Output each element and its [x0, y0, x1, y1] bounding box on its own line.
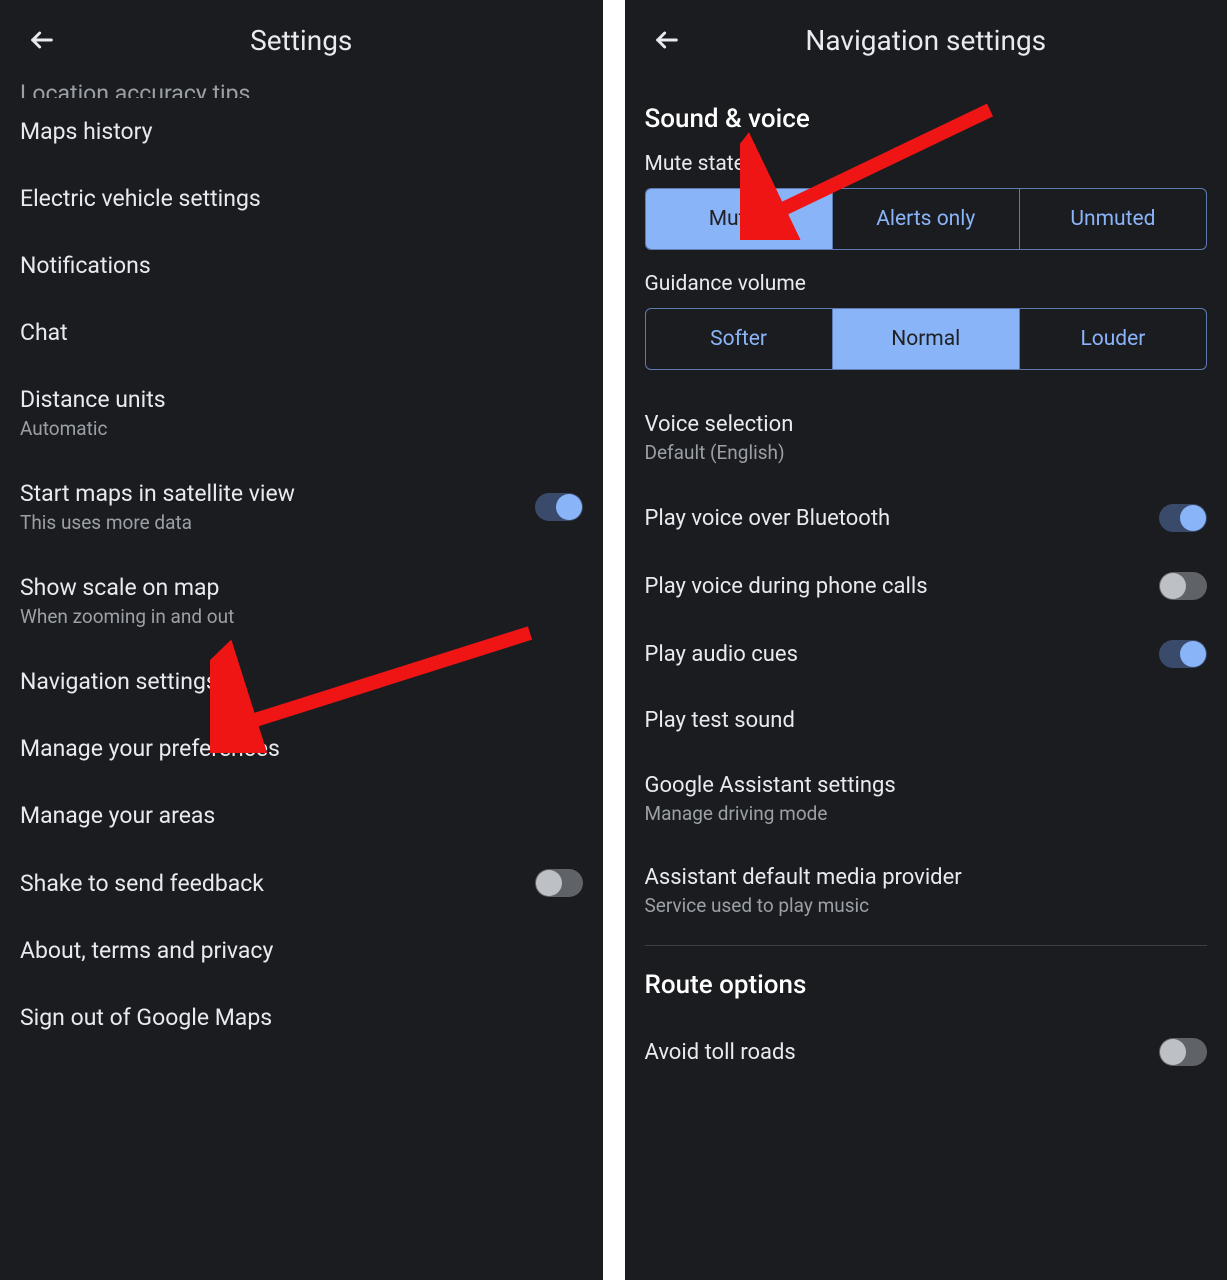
- mute-option-muted[interactable]: Muted: [646, 189, 833, 249]
- settings-item-distance-units[interactable]: Distance units Automatic: [20, 366, 583, 460]
- divider: [645, 945, 1208, 946]
- page-title: Navigation settings: [805, 24, 1046, 57]
- audio-cues-item[interactable]: Play audio cues: [645, 620, 1208, 688]
- navigation-settings-panel: Navigation settings Sound & voice Mute s…: [625, 0, 1227, 1280]
- item-sublabel: Automatic: [20, 417, 583, 440]
- item-label: Navigation settings: [20, 668, 583, 695]
- settings-item-ev[interactable]: Electric vehicle settings: [20, 165, 583, 232]
- item-sublabel: Service used to play music: [645, 894, 1208, 917]
- back-button[interactable]: [645, 18, 689, 62]
- back-arrow-icon: [28, 26, 56, 54]
- item-label: About, terms and privacy: [20, 937, 583, 964]
- settings-item-maps-history[interactable]: Maps history: [20, 98, 583, 165]
- assistant-settings-item[interactable]: Google Assistant settings Manage driving…: [645, 753, 1208, 845]
- phone-calls-voice-item[interactable]: Play voice during phone calls: [645, 552, 1208, 620]
- settings-item-shake[interactable]: Shake to send feedback: [20, 849, 583, 917]
- assistant-media-item[interactable]: Assistant default media provider Service…: [645, 845, 1208, 937]
- back-arrow-icon: [653, 26, 681, 54]
- item-label: Voice selection: [645, 412, 1208, 437]
- item-sublabel: Manage driving mode: [645, 802, 1208, 825]
- item-label: Manage your preferences: [20, 735, 583, 762]
- item-label: Electric vehicle settings: [20, 185, 583, 212]
- item-sublabel: Default (English): [645, 441, 1208, 464]
- settings-item-chat[interactable]: Chat: [20, 299, 583, 366]
- cutoff-item: Location accuracy tips: [20, 80, 583, 98]
- settings-item-scale[interactable]: Show scale on map When zooming in and ou…: [20, 554, 583, 648]
- item-label: Play voice during phone calls: [645, 574, 1160, 599]
- section-sound-voice: Sound & voice: [645, 104, 1208, 134]
- guidance-option-louder[interactable]: Louder: [1020, 309, 1206, 369]
- item-label: Manage your areas: [20, 802, 583, 829]
- item-label: Distance units: [20, 386, 583, 413]
- avoid-tolls-item[interactable]: Avoid toll roads: [645, 1018, 1208, 1086]
- header: Settings: [0, 0, 603, 80]
- mute-option-unmuted[interactable]: Unmuted: [1020, 189, 1206, 249]
- guidance-option-softer[interactable]: Softer: [646, 309, 833, 369]
- item-sublabel: This uses more data: [20, 511, 535, 534]
- toggle-avoid-tolls[interactable]: [1159, 1038, 1207, 1066]
- settings-item-satellite[interactable]: Start maps in satellite view This uses m…: [20, 460, 583, 554]
- back-button[interactable]: [20, 18, 64, 62]
- item-label: Shake to send feedback: [20, 870, 535, 897]
- item-label: Chat: [20, 319, 583, 346]
- toggle-phone-calls[interactable]: [1159, 572, 1207, 600]
- mute-state-segment: Muted Alerts only Unmuted: [645, 188, 1208, 250]
- item-label: Start maps in satellite view: [20, 480, 535, 507]
- settings-item-navigation[interactable]: Navigation settings: [20, 648, 583, 715]
- guidance-volume-segment: Softer Normal Louder: [645, 308, 1208, 370]
- guidance-option-normal[interactable]: Normal: [833, 309, 1020, 369]
- mute-option-alerts[interactable]: Alerts only: [833, 189, 1020, 249]
- item-label: Play test sound: [645, 708, 795, 733]
- item-label: Sign out of Google Maps: [20, 1004, 583, 1031]
- voice-selection-item[interactable]: Voice selection Default (English): [645, 392, 1208, 484]
- guidance-volume-label: Guidance volume: [645, 272, 1208, 296]
- toggle-satellite[interactable]: [535, 493, 583, 521]
- settings-item-signout[interactable]: Sign out of Google Maps: [20, 984, 583, 1051]
- item-label: Avoid toll roads: [645, 1040, 1160, 1065]
- mute-state-label: Mute state: [645, 152, 1208, 176]
- toggle-shake[interactable]: [535, 869, 583, 897]
- section-route-options: Route options: [645, 970, 1208, 1000]
- settings-item-about[interactable]: About, terms and privacy: [20, 917, 583, 984]
- item-sublabel: When zooming in and out: [20, 605, 583, 628]
- settings-list: Location accuracy tips Maps history Elec…: [0, 80, 603, 1051]
- item-label: Maps history: [20, 118, 583, 145]
- play-test-sound-item[interactable]: Play test sound: [645, 688, 1208, 753]
- item-label: Play voice over Bluetooth: [645, 506, 1160, 531]
- settings-item-notifications[interactable]: Notifications: [20, 232, 583, 299]
- nav-settings-list: Sound & voice Mute state Muted Alerts on…: [625, 104, 1227, 1086]
- item-label: Assistant default media provider: [645, 865, 1208, 890]
- item-label: Play audio cues: [645, 642, 1160, 667]
- item-label: Notifications: [20, 252, 583, 279]
- settings-panel: Settings Location accuracy tips Maps his…: [0, 0, 609, 1280]
- item-label: Show scale on map: [20, 574, 583, 601]
- bluetooth-voice-item[interactable]: Play voice over Bluetooth: [645, 484, 1208, 552]
- settings-item-preferences[interactable]: Manage your preferences: [20, 715, 583, 782]
- header: Navigation settings: [625, 0, 1227, 80]
- toggle-audio-cues[interactable]: [1159, 640, 1207, 668]
- item-label: Google Assistant settings: [645, 773, 1208, 798]
- toggle-bluetooth[interactable]: [1159, 504, 1207, 532]
- settings-item-areas[interactable]: Manage your areas: [20, 782, 583, 849]
- page-title: Settings: [250, 24, 352, 57]
